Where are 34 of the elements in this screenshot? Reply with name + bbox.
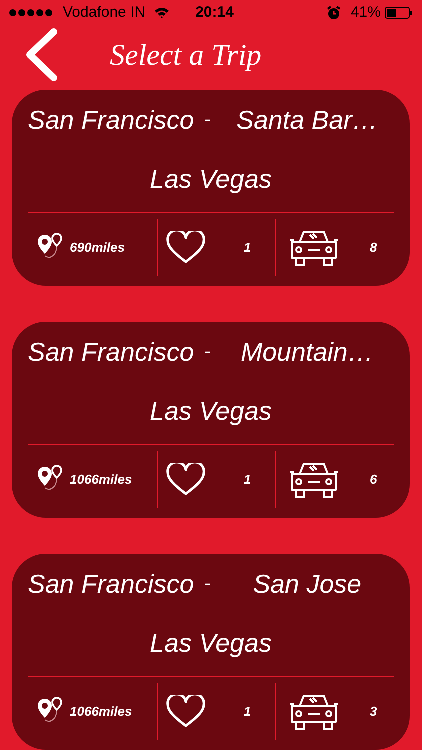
- car-count: 3: [370, 702, 378, 721]
- distance-value: 690miles: [70, 238, 125, 257]
- car-count: 6: [370, 470, 378, 489]
- trip-card[interactable]: San Francisco - Mountain… Las Vegas 1066miles 1 6: [12, 322, 410, 518]
- origin-city: San Francisco: [28, 568, 194, 600]
- destination-city: Las Vegas: [150, 162, 272, 196]
- trip-card[interactable]: San Francisco - Santa Bar… Las Vegas 690miles 1 8: [12, 90, 410, 286]
- route-dash: -: [204, 108, 211, 133]
- clock: 20:14: [196, 2, 234, 23]
- heart-icon[interactable]: [166, 230, 206, 264]
- car-count: 8: [370, 238, 378, 257]
- destination-city: Las Vegas: [150, 626, 272, 660]
- via-city: San Jose: [252, 568, 363, 600]
- battery-percent: 41%: [350, 2, 381, 23]
- route-dash: -: [204, 340, 211, 365]
- destination-city: Las Vegas: [150, 394, 272, 428]
- page-title: Select a Trip: [110, 38, 262, 74]
- alarm-icon: [326, 6, 341, 20]
- heart-icon[interactable]: [166, 462, 206, 496]
- origin-city: San Francisco: [28, 104, 194, 136]
- wifi-icon: [154, 7, 170, 19]
- via-city: Santa Bar…: [236, 104, 380, 136]
- like-count: 1: [244, 702, 252, 721]
- via-city: Mountain…: [240, 336, 375, 368]
- heart-icon[interactable]: [166, 694, 206, 728]
- distance-value: 1066miles: [70, 702, 132, 721]
- trip-card[interactable]: San Francisco - San Jose Las Vegas 1066miles 1 3: [12, 554, 410, 750]
- route-dash: -: [204, 572, 211, 597]
- distance-value: 1066miles: [70, 470, 132, 489]
- like-count: 1: [244, 470, 252, 489]
- battery-icon: [385, 7, 413, 19]
- origin-city: San Francisco: [28, 336, 194, 368]
- like-count: 1: [244, 238, 252, 257]
- carrier-name: Vodafone IN: [63, 2, 146, 23]
